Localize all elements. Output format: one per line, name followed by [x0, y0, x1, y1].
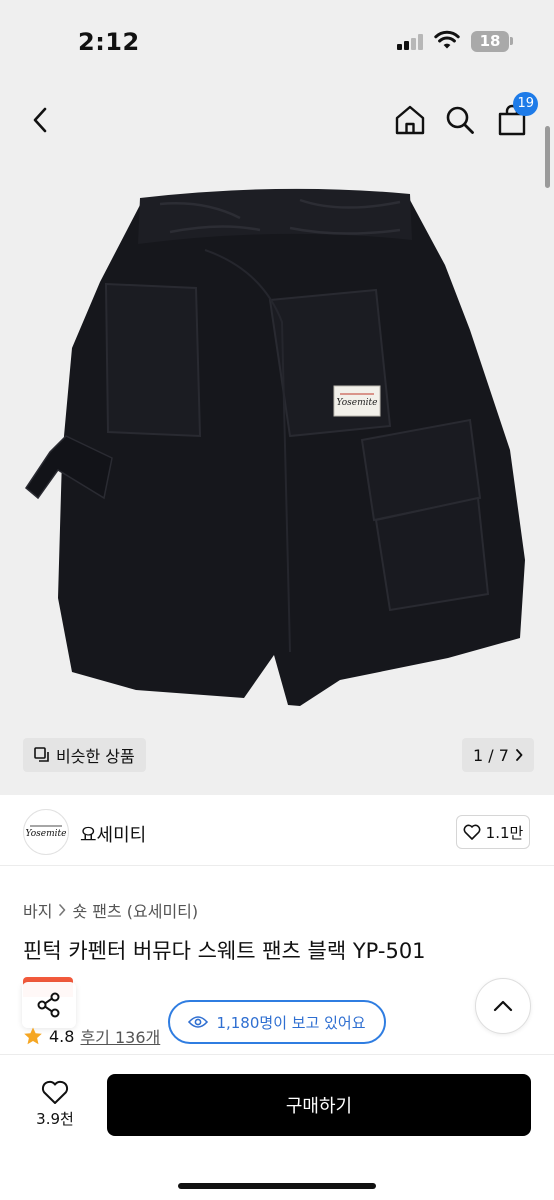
brand-like-count: 1.1만: [485, 823, 524, 842]
status-bar: 2:12 18: [0, 0, 554, 84]
wishlist-button[interactable]: 3.9천: [22, 1073, 88, 1135]
chevron-right-icon: [59, 904, 66, 916]
rating-row: 4.8 후기 136개: [23, 1024, 160, 1048]
product-image-black-shorts[interactable]: Yosemite: [0, 140, 554, 740]
svg-text:Yosemite: Yosemite: [26, 829, 67, 839]
reviews-link[interactable]: 후기 136개: [80, 1024, 160, 1048]
search-button[interactable]: [438, 98, 482, 142]
brand-logo-image: Yosemite: [26, 825, 67, 839]
rating-value: 4.8: [49, 1026, 75, 1046]
brand-name[interactable]: 요세미티: [80, 821, 146, 847]
back-button[interactable]: [18, 98, 62, 142]
brand-row: Yosemite 요세미티 1.1만: [0, 800, 554, 866]
similar-products-icon: [34, 747, 49, 762]
scroll-to-top-button[interactable]: [475, 978, 531, 1034]
similar-products-button[interactable]: 비슷한 상품: [23, 738, 146, 772]
search-icon: [446, 106, 474, 134]
eye-icon: [188, 1016, 209, 1028]
chevron-right-icon: [516, 749, 523, 761]
live-viewers-badge: 1,180명이 보고 있어요: [168, 1000, 386, 1044]
breadcrumb-subcategory[interactable]: 숏 팬츠 (요세미티): [72, 898, 198, 922]
wifi-icon: [434, 30, 460, 49]
page-counter-text: 1 / 7: [473, 745, 509, 765]
brand-like-button[interactable]: 1.1만: [456, 815, 530, 849]
home-icon: [395, 105, 425, 135]
share-button[interactable]: [22, 982, 76, 1028]
battery-tip: [510, 37, 513, 45]
home-button[interactable]: [388, 98, 432, 142]
cellular-signal-icon: [397, 34, 425, 50]
brand-logo[interactable]: Yosemite: [23, 809, 69, 855]
star-icon: [24, 1027, 42, 1045]
product-image-gallery[interactable]: 2:12 18 19 Yosemite 비슷한 상품 1 / 7: [0, 0, 554, 795]
status-time: 2:12: [78, 28, 140, 56]
purchase-bar: 3.9천 구매하기: [0, 1054, 554, 1200]
image-page-counter[interactable]: 1 / 7: [462, 738, 534, 772]
breadcrumb: 바지 숏 팬츠 (요세미티): [23, 898, 198, 922]
breadcrumb-category[interactable]: 바지: [23, 898, 52, 922]
chevron-up-icon: [493, 1000, 513, 1012]
live-viewers-text: 1,180명이 보고 있어요: [216, 1013, 366, 1032]
home-indicator: [178, 1183, 376, 1189]
svg-text:Yosemite: Yosemite: [337, 398, 378, 408]
battery-icon: 18: [471, 31, 509, 52]
cart-count-badge: 19: [513, 92, 538, 116]
heart-icon: [463, 824, 481, 840]
product-title: 핀턱 카펜터 버뮤다 스웨트 팬츠 블랙 YP-501: [23, 939, 426, 963]
heart-icon: [41, 1080, 69, 1104]
cart-button[interactable]: 19: [490, 92, 538, 142]
share-icon: [37, 992, 60, 1018]
similar-products-label: 비슷한 상품: [56, 747, 135, 766]
buy-button[interactable]: 구매하기: [107, 1074, 531, 1136]
wishlist-count: 3.9천: [36, 1109, 74, 1128]
back-chevron-icon: [33, 107, 47, 133]
